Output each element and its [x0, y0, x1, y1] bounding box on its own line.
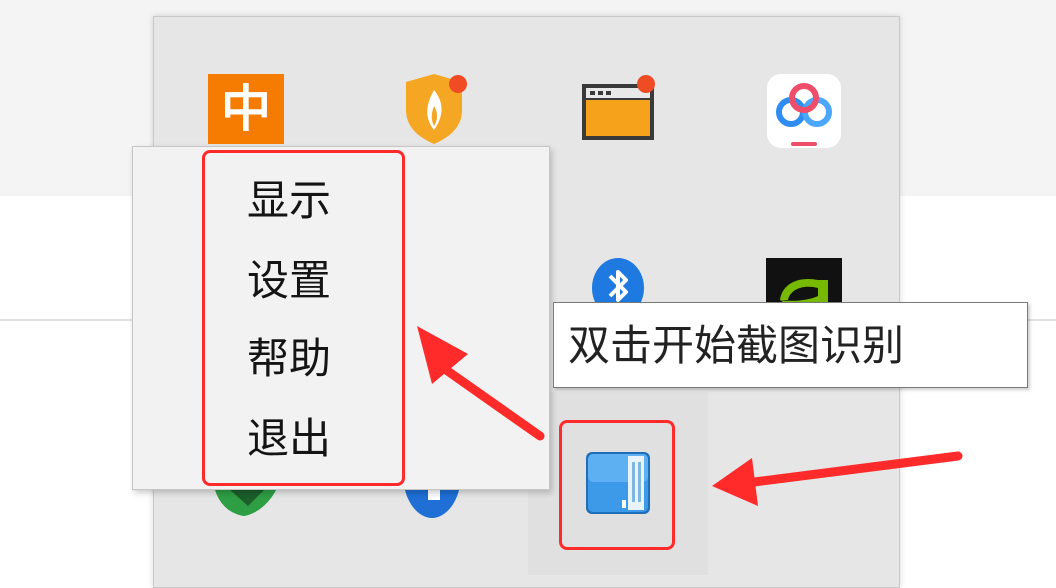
arrow-to-icon — [712, 451, 963, 506]
arrow-to-menu — [417, 326, 545, 441]
annotation-arrows — [417, 326, 963, 506]
